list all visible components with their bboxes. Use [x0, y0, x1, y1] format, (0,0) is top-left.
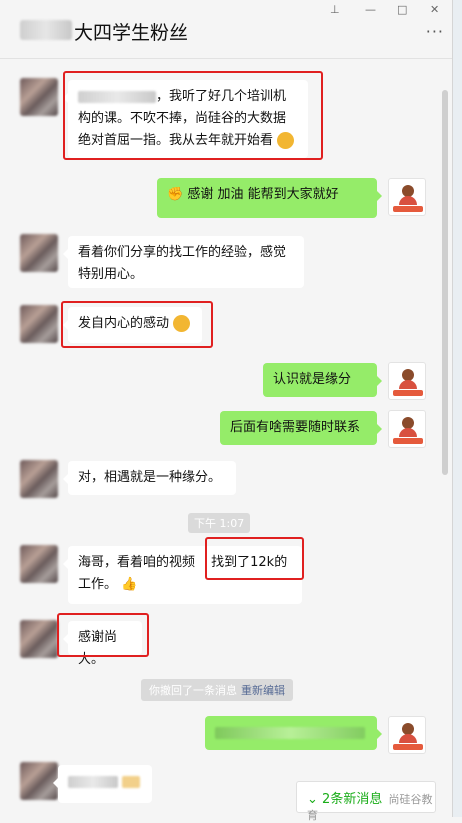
recall-text: 你撤回了一条消息 [149, 684, 237, 697]
pin-icon[interactable]: ⊥ [330, 3, 340, 16]
my-avatar[interactable] [388, 410, 426, 448]
message-text: 感谢 加油 能帮到大家就好 [187, 187, 339, 202]
chat-title: 大四学生粉丝 [74, 22, 189, 44]
minimize-icon[interactable]: — [365, 3, 376, 16]
recall-notice: 你撤回了一条消息 重新编辑 [141, 679, 293, 701]
message-bubble: ，我听了好几个培训机构的课。不吹不捧，尚硅谷的大数据绝对首屈一指。我从去年就开始… [63, 80, 308, 158]
message-text: 发自内心的感动 [78, 316, 170, 331]
blurred-name [78, 90, 156, 103]
laugh-emoji-icon [277, 132, 295, 149]
blurred-emoji [122, 775, 141, 788]
thumbs-up-icon: 👍 [121, 577, 138, 592]
my-avatar[interactable] [388, 362, 426, 400]
blurred-content [215, 726, 365, 739]
message-bubble: 感谢尚大。 [63, 621, 142, 667]
message-bubble: 发自内心的感动 [63, 307, 202, 343]
my-message-bubble [205, 716, 382, 750]
avatar[interactable] [20, 460, 58, 498]
message-text: 感谢尚大。 [78, 630, 118, 667]
message-text: 工作。 [78, 577, 118, 592]
more-options-icon[interactable]: ··· [426, 22, 444, 41]
new-messages-button[interactable]: ⌄ 2条新消息 尚硅谷教育 [296, 781, 436, 822]
my-message-bubble: 后面有啥需要随时联系 [220, 411, 382, 445]
maximize-icon[interactable]: □ [397, 3, 407, 16]
new-messages-label: 2条新消息 [322, 792, 383, 807]
blurred-title-prefix [20, 20, 72, 40]
my-message-bubble: ✊ 感谢 加油 能帮到大家就好 [157, 178, 382, 218]
avatar[interactable] [20, 234, 58, 272]
message-text: 看着你们分享的找工作的经验，感觉特别用心。 [78, 245, 287, 282]
message-bubble: 海哥，看着咱的视频 找到了12k的 工作。 👍 [63, 546, 302, 604]
avatar[interactable] [20, 305, 58, 343]
message-bubble: 看着你们分享的找工作的经验，感觉特别用心。 [63, 236, 304, 288]
avatar[interactable] [20, 78, 58, 116]
scrollbar[interactable] [442, 90, 448, 475]
timestamp: 下午 1:07 [188, 513, 251, 533]
chevron-down-icon: ⌄ [307, 792, 318, 807]
chat-header: 大四学生粉丝 ⊥ — □ ✕ ··· [0, 0, 462, 59]
message-text: 对，相遇就是一种缘分。 [78, 470, 222, 485]
message-text: 后面有啥需要随时联系 [230, 420, 361, 435]
my-message-bubble: 认识就是缘分 [263, 363, 382, 397]
message-text: 认识就是缘分 [273, 372, 352, 387]
fist-emoji-icon: ✊ [167, 187, 184, 202]
message-text-highlighted: 找到了12k的 [211, 555, 288, 570]
message-text: 海哥，看着咱的视频 [78, 555, 200, 570]
message-bubble: 对，相遇就是一种缘分。 [63, 461, 236, 495]
my-avatar[interactable] [388, 716, 426, 754]
reedit-link[interactable]: 重新编辑 [241, 684, 285, 697]
close-icon[interactable]: ✕ [430, 3, 439, 16]
blurred-content [68, 775, 118, 788]
message-bubble [53, 765, 152, 803]
moved-emoji-icon [173, 315, 191, 332]
avatar[interactable] [20, 545, 58, 583]
background-window-edge [452, 0, 462, 817]
avatar[interactable] [20, 620, 58, 658]
my-avatar[interactable] [388, 178, 426, 216]
